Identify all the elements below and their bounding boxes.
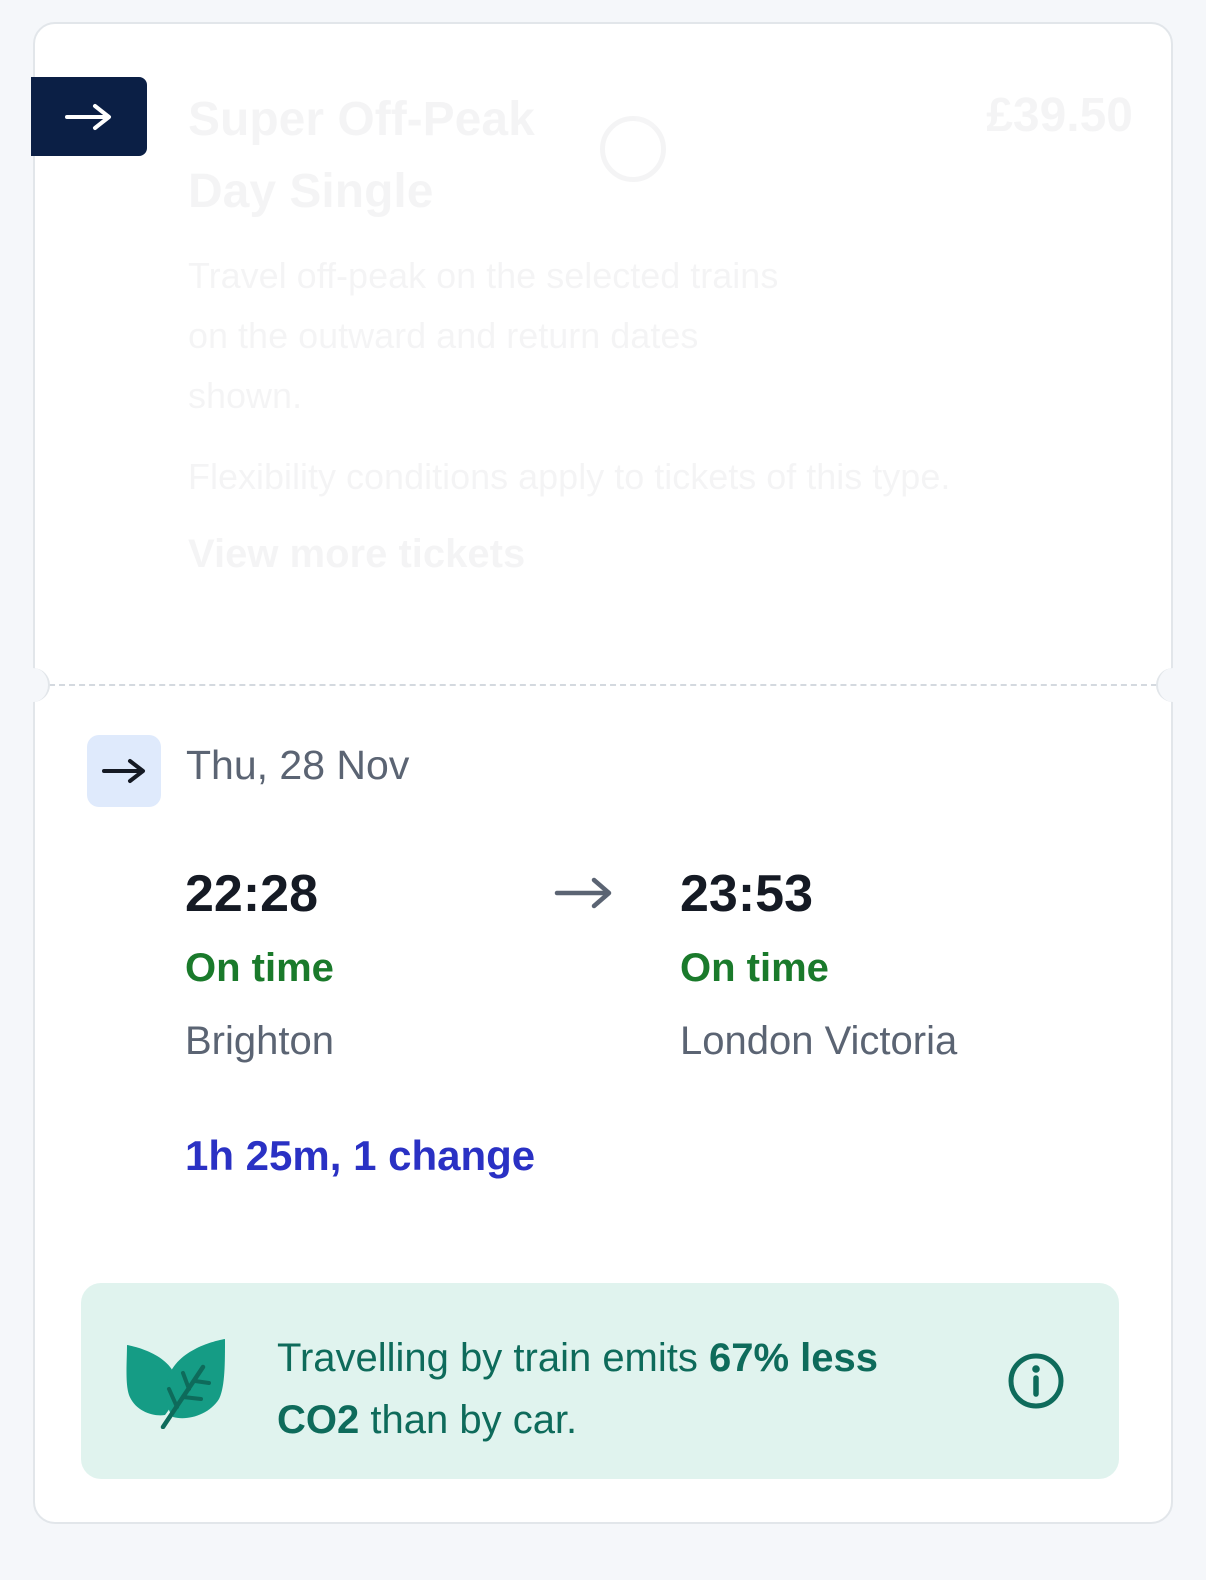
- info-icon: [600, 116, 666, 182]
- journey-duration-link[interactable]: 1h 25m, 1 change: [185, 1132, 535, 1180]
- eco-text-b: than by car.: [359, 1398, 578, 1442]
- arrival-station: London Victoria: [680, 1019, 958, 1063]
- eco-text-a: Travelling by train emits: [277, 1336, 709, 1380]
- eco-banner: Travelling by train emits 67% less CO2 t…: [81, 1283, 1119, 1479]
- ticket-conditions: Flexibility conditions apply to tickets …: [188, 456, 988, 498]
- dashed-divider: [39, 684, 1167, 686]
- info-icon[interactable]: [1007, 1352, 1065, 1410]
- arrow-right-icon: [102, 759, 145, 783]
- arrival-time: 23:53: [680, 865, 813, 923]
- ticket-description: Travel off-peak on the selected trains o…: [188, 246, 808, 426]
- departure-time: 22:28: [185, 865, 318, 923]
- direction-badge: [87, 735, 161, 807]
- journey-card[interactable]: Super Off-Peak Day Single £39.50 Travel …: [16, 22, 1190, 1524]
- ticket-notch-left: [16, 668, 50, 702]
- arrow-right-icon: [554, 877, 612, 909]
- ticket-price: £39.50: [986, 88, 1133, 143]
- faded-ticket-section: Super Off-Peak Day Single £39.50 Travel …: [35, 24, 1171, 684]
- eco-message: Travelling by train emits 67% less CO2 t…: [277, 1327, 897, 1451]
- ticket-name: Super Off-Peak Day Single: [188, 84, 608, 228]
- journey-date: Thu, 28 Nov: [186, 742, 410, 788]
- leaf-icon: [126, 1339, 225, 1429]
- departure-station: Brighton: [185, 1019, 334, 1063]
- departure-status: On time: [185, 946, 334, 990]
- direction-tab: [31, 77, 147, 156]
- ticket-notch-right: [1156, 668, 1190, 702]
- arrow-right-icon: [65, 103, 111, 130]
- view-more-tickets-link[interactable]: View more tickets: [188, 532, 525, 577]
- arrival-status: On time: [680, 946, 829, 990]
